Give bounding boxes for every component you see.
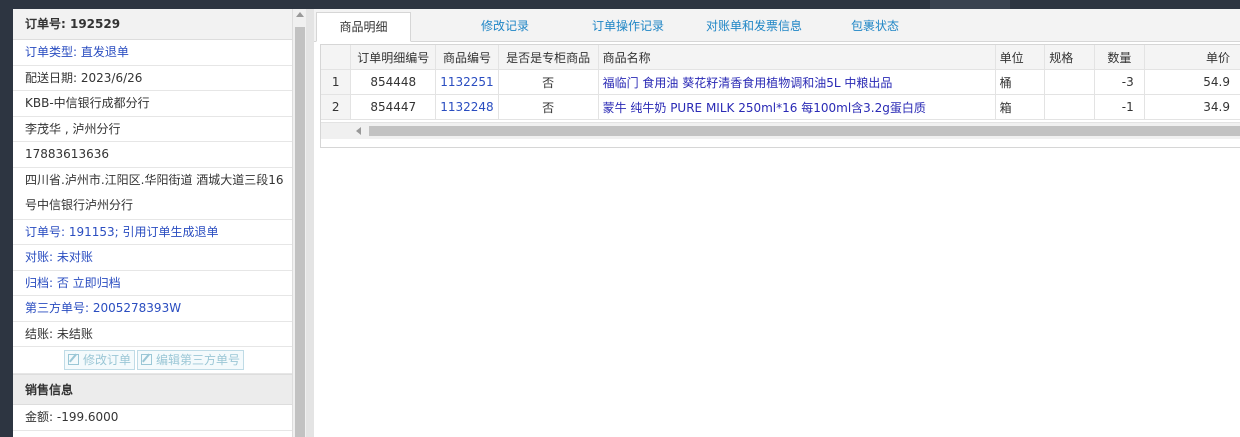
left-panel-scrollbar[interactable] [292,9,307,437]
sales-info-header: 销售信息 [13,374,292,405]
table-horizontal-scrollbar[interactable] [321,122,1240,139]
column-header-quantity[interactable]: 数量 [1094,45,1145,70]
scrollbar-thumb[interactable] [295,27,305,437]
customer-name: KBB-中信银行成都分行 [13,91,292,117]
order-info-panel: 订单号: 192529 订单类型: 直发退单 配送日期: 2023/6/26 K… [13,9,293,437]
third-party-number: 第三方单号: 2005278393W [13,296,292,322]
column-header-counter-product[interactable]: 是否是专柜商品 [498,45,599,70]
detail-id-cell: 854447 [350,94,437,120]
tab-bar: 商品明细 修改记录 订单操作记录 对账单和发票信息 包裹状态 [314,9,1240,42]
spec-cell [1044,94,1096,120]
column-header-product-id[interactable]: 商品编号 [435,45,499,70]
detail-panel: 商品明细 修改记录 订单操作记录 对账单和发票信息 包裹状态 订单明细编号 商品… [314,9,1240,437]
top-bar-segment [930,0,1010,9]
column-header-detail-id[interactable]: 订单明细编号 [350,45,437,70]
quantity-cell: -1 [1094,94,1145,120]
tab-operation-log[interactable]: 订单操作记录 [578,12,678,40]
tab-package-status[interactable]: 包裹状态 [834,12,916,40]
quantity-cell: -3 [1094,69,1145,95]
product-name-link[interactable]: 福临门 食用油 葵花籽清香食用植物调和油5L 中粮出品 [598,69,996,95]
edit-order-button[interactable]: 修改订单 [64,350,136,370]
edit-third-party-button[interactable]: 编辑第三方单号 [137,350,245,370]
product-table: 订单明细编号 商品编号 是否是专柜商品 商品名称 单位 规格 数量 单价 1 8… [321,45,1240,120]
edit-order-label: 修改订单 [83,353,132,367]
table-row[interactable]: 1 854448 1132251 否 福临门 食用油 葵花籽清香食用植物调和油5… [321,69,1240,95]
edit-third-party-label: 编辑第三方单号 [156,353,241,367]
sales-amount: 金额: -199.6000 [13,405,292,431]
product-name-link[interactable]: 蒙牛 纯牛奶 PURE MILK 250ml*16 每100ml含3.2g蛋白质 [598,94,996,120]
row-index: 1 [321,69,352,95]
settlement-status: 结账: 未结账 [13,322,292,347]
product-id-link[interactable]: 1132248 [435,94,499,120]
phone-number: 17883613636 [13,142,292,168]
column-header-index [321,45,352,70]
scroll-left-arrow-icon[interactable] [356,127,361,135]
column-header-spec[interactable]: 规格 [1044,45,1096,70]
unit-price-cell: 34.9 [1144,94,1240,120]
unit-cell: 桶 [995,69,1046,95]
scroll-up-arrow-icon[interactable] [296,12,304,17]
source-order[interactable]: 订单号: 191153; 引用订单生成退单 [13,220,292,245]
column-header-product-name[interactable]: 商品名称 [598,45,996,70]
edit-icon [68,354,79,365]
archive-status[interactable]: 归档: 否 立即归档 [13,271,292,296]
reconcile-status: 对账: 未对账 [13,245,292,271]
column-header-unit-price[interactable]: 单价 [1144,45,1240,70]
delivery-date: 配送日期: 2023/6/26 [13,66,292,91]
product-id-link[interactable]: 1132251 [435,69,499,95]
tab-product-details[interactable]: 商品明细 [316,12,411,42]
counter-product-cell: 否 [498,69,599,95]
delivery-address: 四川省.泸州市.江阳区.华阳街道 酒城大道三段16号中信银行泸州分行 [13,168,292,220]
spec-cell [1044,69,1096,95]
column-header-unit[interactable]: 单位 [995,45,1046,70]
counter-product-cell: 否 [498,94,599,120]
tab-modification-log[interactable]: 修改记录 [460,12,550,40]
unit-price-cell: 54.9 [1144,69,1240,95]
unit-cell: 箱 [995,94,1046,120]
action-button-row: 修改订单 编辑第三方单号 [13,347,292,374]
order-number-header: 订单号: 192529 [13,9,292,40]
product-grid: 订单明细编号 商品编号 是否是专柜商品 商品名称 单位 规格 数量 单价 1 8… [320,44,1240,148]
edit-icon [141,354,152,365]
row-index: 2 [321,94,352,120]
table-header-row: 订单明细编号 商品编号 是否是专柜商品 商品名称 单位 规格 数量 单价 [321,45,1240,70]
detail-id-cell: 854448 [350,69,437,95]
table-row[interactable]: 2 854447 1132248 否 蒙牛 纯牛奶 PURE MILK 250m… [321,94,1240,120]
horizontal-scrollbar-thumb[interactable] [369,126,1240,136]
order-type: 订单类型: 直发退单 [13,40,292,66]
tab-statement-invoice[interactable]: 对账单和发票信息 [694,12,814,40]
top-bar [0,0,1240,9]
contact-person: 李茂华 , 泸州分行 [13,117,292,142]
